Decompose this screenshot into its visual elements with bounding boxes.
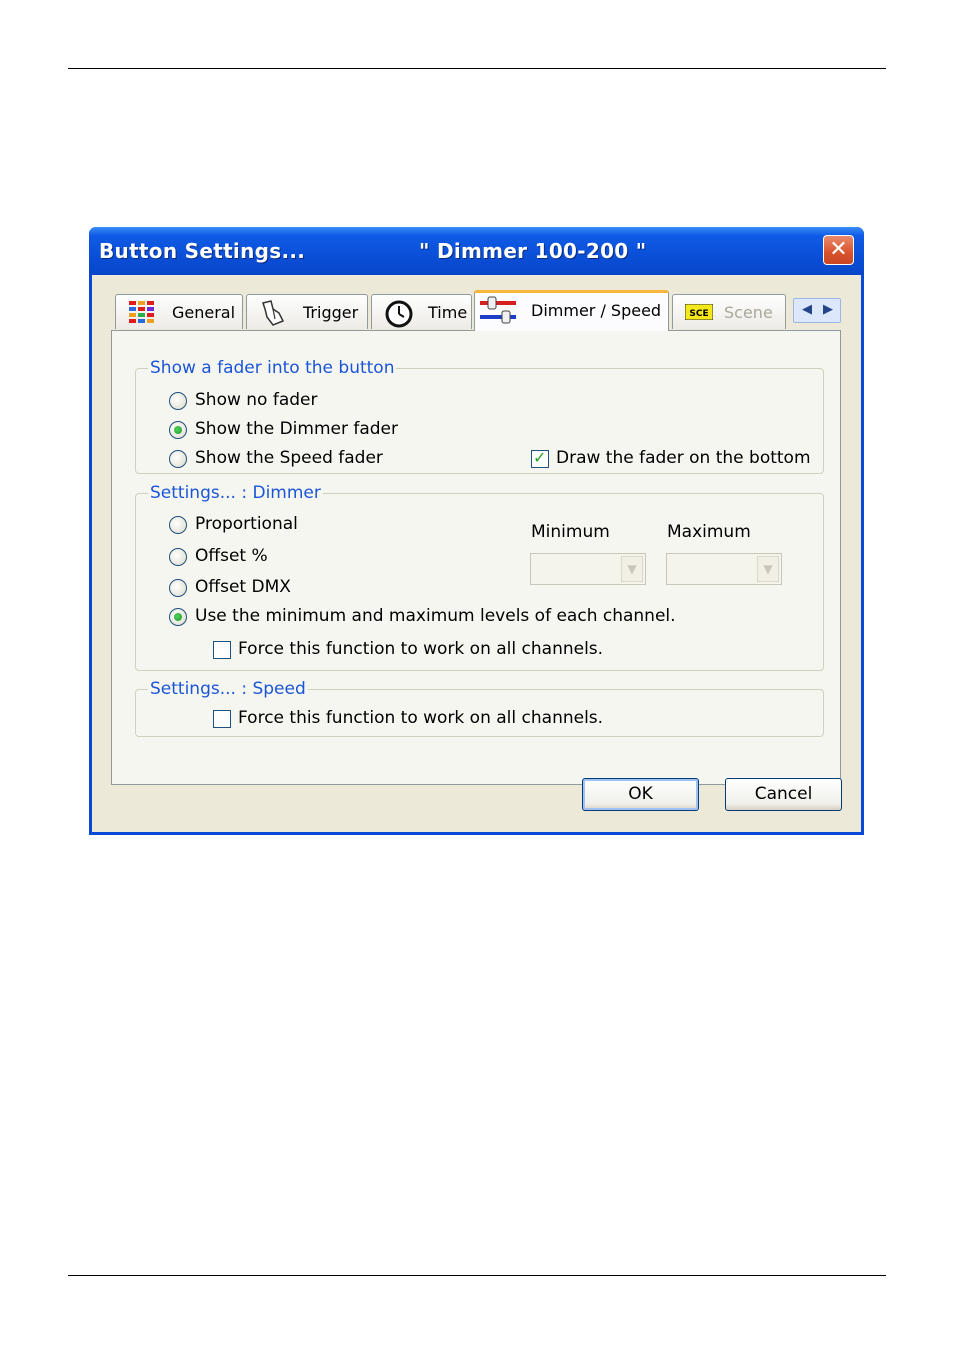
speed-settings-title: Settings... : Speed bbox=[148, 679, 308, 699]
checkbox-force-all-speed-label[interactable]: Force this function to work on all chann… bbox=[238, 708, 603, 728]
tab-scene-label: Scene bbox=[724, 303, 773, 322]
radio-proportional[interactable] bbox=[169, 516, 187, 534]
tab-trigger[interactable]: Trigger bbox=[246, 294, 368, 329]
radio-offset-percent-label[interactable]: Offset % bbox=[195, 546, 268, 566]
radio-show-dimmer-fader[interactable] bbox=[169, 421, 187, 439]
close-button[interactable]: ✕ bbox=[823, 235, 854, 265]
close-icon: ✕ bbox=[829, 237, 848, 262]
radio-use-min-max-label[interactable]: Use the minimum and maximum levels of ea… bbox=[195, 606, 676, 626]
button-settings-dialog: Button Settings... " Dimmer 100-200 " ✕ … bbox=[89, 227, 864, 835]
radio-offset-dmx[interactable] bbox=[169, 579, 187, 597]
clock-icon bbox=[385, 300, 413, 328]
minimum-select[interactable]: ▼ bbox=[530, 553, 646, 585]
tab-scene[interactable]: SCE Scene bbox=[672, 294, 786, 329]
tab-scroll-buttons: ◀ ▶ bbox=[793, 298, 841, 323]
tab-strip: General Trigger Time Dimmer / Speed SCE … bbox=[92, 275, 861, 335]
sliders-icon bbox=[480, 296, 516, 324]
dialog-title: Button Settings... bbox=[99, 239, 306, 263]
radio-offset-dmx-label[interactable]: Offset DMX bbox=[195, 577, 291, 597]
tab-time[interactable]: Time bbox=[371, 294, 472, 329]
radio-proportional-label[interactable]: Proportional bbox=[195, 514, 298, 534]
fader-group: Show a fader into the button Show no fad… bbox=[135, 358, 824, 474]
dimmer-speed-panel: Show a fader into the button Show no fad… bbox=[111, 330, 841, 785]
tab-dimmer-speed[interactable]: Dimmer / Speed bbox=[474, 290, 669, 331]
checkbox-draw-fader-bottom-label[interactable]: Draw the fader on the bottom bbox=[556, 448, 811, 468]
tab-time-label: Time bbox=[428, 303, 468, 322]
chevron-down-icon[interactable]: ▼ bbox=[757, 556, 779, 582]
tab-scroll-right-icon[interactable]: ▶ bbox=[823, 302, 833, 317]
checkbox-draw-fader-bottom[interactable]: ✓ bbox=[531, 448, 549, 468]
tab-general[interactable]: General bbox=[115, 294, 243, 329]
ok-button[interactable]: OK bbox=[582, 778, 699, 811]
sce-badge-icon: SCE bbox=[685, 304, 713, 320]
radio-show-dimmer-fader-label[interactable]: Show the Dimmer fader bbox=[195, 419, 398, 439]
hand-pointer-icon bbox=[262, 300, 285, 326]
title-bar[interactable]: Button Settings... " Dimmer 100-200 " ✕ bbox=[89, 227, 864, 275]
svg-text:SCE: SCE bbox=[689, 309, 708, 319]
maximum-label: Maximum bbox=[667, 522, 751, 542]
checkbox-force-all-speed[interactable] bbox=[213, 710, 231, 728]
maximum-select[interactable]: ▼ bbox=[666, 553, 782, 585]
tab-dimmer-speed-label: Dimmer / Speed bbox=[531, 301, 662, 320]
fader-group-title: Show a fader into the button bbox=[148, 358, 397, 378]
tab-trigger-label: Trigger bbox=[303, 303, 359, 322]
speed-settings-group: Settings... : Speed Force this function … bbox=[135, 679, 824, 737]
page-header-rule bbox=[68, 68, 886, 69]
radio-offset-percent[interactable] bbox=[169, 548, 187, 566]
radio-show-speed-fader-label[interactable]: Show the Speed fader bbox=[195, 448, 383, 468]
cancel-button[interactable]: Cancel bbox=[725, 778, 842, 811]
dimmer-settings-group: Settings... : Dimmer Proportional Offset… bbox=[135, 483, 824, 671]
chevron-down-icon[interactable]: ▼ bbox=[621, 556, 643, 582]
radio-show-no-fader[interactable] bbox=[169, 392, 187, 410]
tab-scroll-left-icon[interactable]: ◀ bbox=[802, 302, 812, 317]
dimmer-settings-title: Settings... : Dimmer bbox=[148, 483, 323, 503]
radio-use-min-max[interactable] bbox=[169, 608, 187, 626]
color-grid-icon bbox=[129, 301, 154, 323]
radio-show-no-fader-label[interactable]: Show no fader bbox=[195, 390, 318, 410]
dialog-body: General Trigger Time Dimmer / Speed SCE … bbox=[92, 275, 861, 832]
checkbox-force-all-dimmer-label[interactable]: Force this function to work on all chann… bbox=[238, 639, 603, 659]
tab-general-label: General bbox=[172, 303, 236, 322]
radio-show-speed-fader[interactable] bbox=[169, 450, 187, 468]
checkmark-icon: ✓ bbox=[533, 448, 547, 467]
checkbox-force-all-dimmer[interactable] bbox=[213, 641, 231, 659]
minimum-label: Minimum bbox=[531, 522, 610, 542]
page-footer-rule bbox=[68, 1275, 886, 1276]
dialog-subtitle: " Dimmer 100-200 " bbox=[419, 239, 647, 263]
